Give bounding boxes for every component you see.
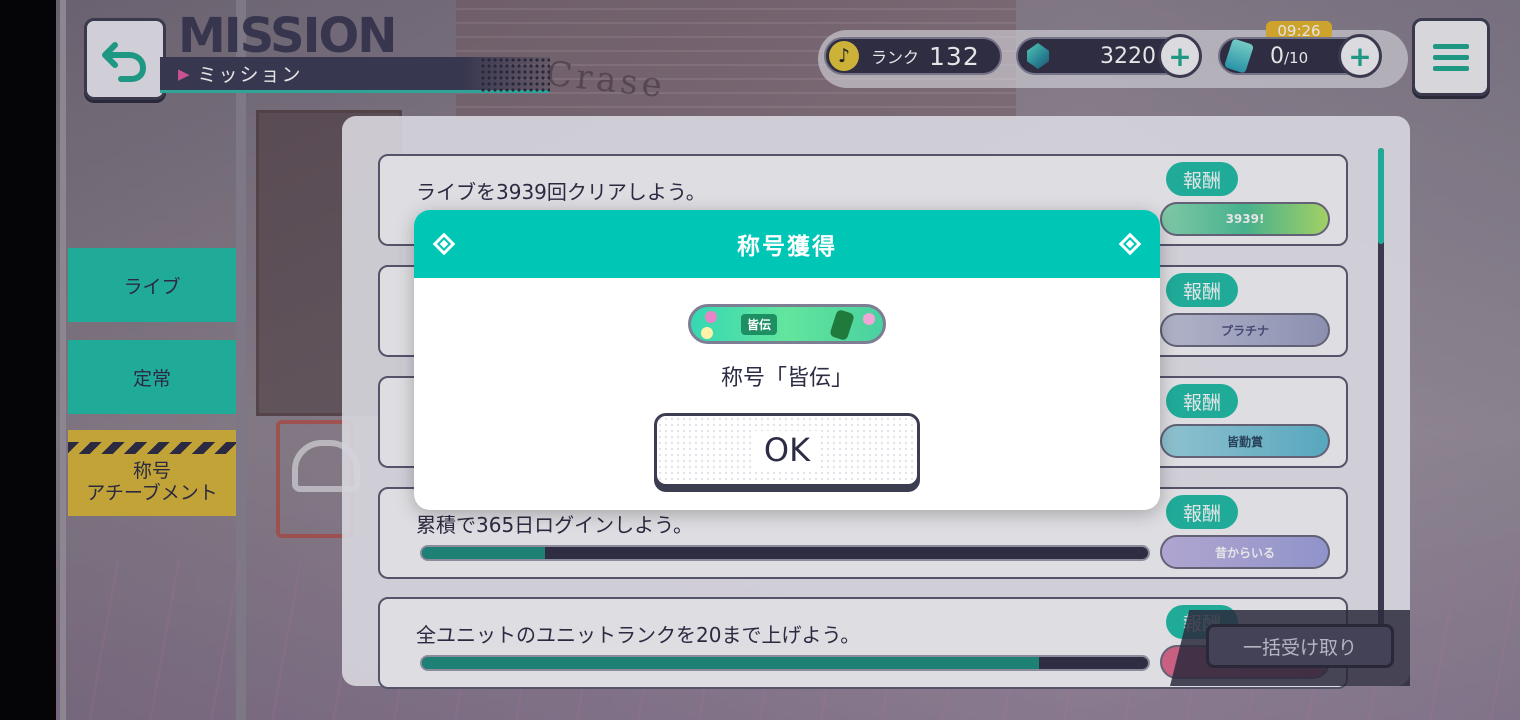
flower-icon [701, 327, 713, 339]
diamond-icon [1118, 232, 1142, 256]
ok-button-label: OK [753, 431, 821, 469]
diamond-icon [432, 232, 456, 256]
flower-icon [705, 311, 717, 323]
title-badge-label: 皆伝 [741, 313, 778, 335]
leek-can-icon [829, 308, 855, 342]
ok-button[interactable]: OK [654, 413, 920, 487]
title-badge: 皆伝 [688, 304, 886, 344]
dialog-title: 称号獲得 [737, 234, 837, 260]
dialog-header: 称号獲得 [414, 210, 1160, 278]
dialog-message: 称号「皆伝」 [720, 366, 853, 391]
flower-icon [863, 313, 875, 325]
title-acquired-dialog: 称号獲得 皆伝 称号「皆伝」 OK [414, 210, 1160, 510]
